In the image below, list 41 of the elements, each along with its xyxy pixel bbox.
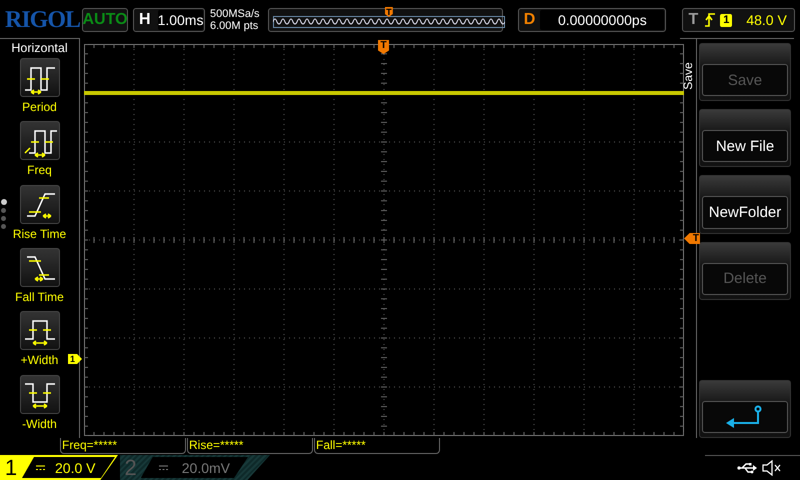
measure-button[interactable] (20, 184, 60, 224)
rising-edge-icon (704, 13, 716, 27)
usb-icon (737, 462, 757, 474)
timebase-label: H (138, 11, 152, 29)
measure-button[interactable] (20, 374, 60, 414)
measurement-readout: Freq=***** (60, 438, 186, 454)
trigger-level-marker: T (684, 233, 700, 244)
timebase-value: 1.00ms (158, 10, 204, 30)
measure-button[interactable] (20, 58, 60, 97)
measure-button[interactable] (20, 121, 60, 160)
measurement-readout: Fall=***** (314, 438, 440, 454)
sample-rate: 500MSa/s (210, 8, 261, 20)
dc-coupling-icon (158, 464, 168, 470)
measure-label: Fall Time (15, 290, 64, 304)
measure-label: -Width (22, 416, 57, 431)
measure-label: Freq (27, 163, 52, 178)
measure-button[interactable] (20, 248, 60, 287)
trigger-position-marker: T (378, 40, 389, 54)
trigger-source-badge: 1 (720, 14, 732, 26)
mute-icon (762, 460, 782, 476)
softkey-button[interactable]: NewFolder (699, 175, 791, 234)
measure-label: +Width (20, 353, 58, 368)
measure-label: Period (22, 100, 57, 114)
channel-button[interactable]: 1 20.0 V (0, 455, 118, 480)
measurement-readout: Rise=***** (187, 438, 313, 454)
menu-title: Horizontal (11, 41, 68, 55)
back-button[interactable] (699, 380, 791, 438)
delay-value: 0.00000000ps (540, 10, 664, 30)
trigger-level: 48.0 V (746, 12, 787, 28)
trigger-label: T (687, 11, 700, 29)
channel-button[interactable]: 2 20.0mV (120, 455, 270, 480)
measure-button[interactable] (20, 311, 60, 350)
delay-label: D (522, 11, 536, 29)
memory-depth: 6.00M pts (210, 20, 260, 32)
trigger-position-marker: T (384, 7, 393, 17)
softkey-button[interactable]: New File (699, 109, 791, 168)
measure-label: Rise Time (12, 226, 66, 241)
dc-coupling-icon (36, 464, 45, 470)
channel-offset-marker: 1 (68, 354, 82, 364)
run-status-button[interactable]: AUTO (82, 8, 128, 32)
menu-title: Save (681, 61, 695, 92)
